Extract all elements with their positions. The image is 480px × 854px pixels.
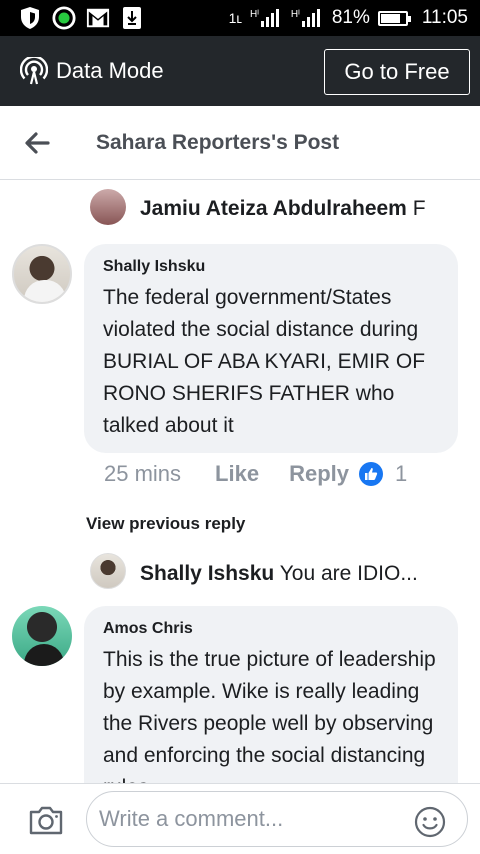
reply-author: Jamiu Ateiza Abdulraheem [140,197,407,220]
comment-input[interactable] [86,791,468,847]
sim1-label: Hᴵ [250,9,259,20]
reply-preview[interactable]: Jamiu Ateiza Abdulraheem F [140,197,452,221]
data-mode-bar: Data Mode Go to Free [0,36,480,106]
post-header: Sahara Reporters's Post [0,106,480,180]
avatar-shally[interactable] [12,244,72,304]
comment-actions: 25 mins Like Reply 1 [104,461,407,487]
comment-text: This is the true picture of leadership b… [103,648,436,783]
comments-list[interactable]: Jamiu Ateiza Abdulraheem F Shally Ishsku… [0,181,480,783]
reply-preview[interactable]: Shally Ishsku You are IDIO... [140,562,450,586]
comment-text: The federal government/States violated t… [103,286,426,437]
avatar-jamiu[interactable] [90,189,126,225]
gmail-icon [86,6,110,30]
download-icon [120,6,144,30]
signal-icon: Hᴵ [250,9,283,27]
comment-bubble[interactable]: Amos Chris This is the true picture of l… [84,606,458,783]
broadcast-icon [20,57,48,85]
camera-icon[interactable] [28,804,64,836]
battery-icon [377,10,411,26]
status-bar: 1ʟ Hᴵ Hᴵ 81% 11:05 [0,0,480,36]
battery-fill [380,13,400,23]
avatar-amos[interactable] [12,606,72,666]
comment-composer [0,783,480,854]
data-mode-label: Data Mode [56,58,164,83]
signal-icon-2: Hᴵ [291,9,324,27]
comment-bubble[interactable]: Shally Ishsku The federal government/Sta… [84,244,458,453]
page-title: Sahara Reporters's Post [96,130,340,154]
go-to-free-button[interactable]: Go to Free [324,49,470,95]
back-arrow-icon[interactable] [22,128,52,158]
reply-snippet: You are IDIO... [279,562,418,585]
reply-button[interactable]: Reply [289,461,349,487]
reaction-count[interactable]: 1 [395,461,407,487]
shield-icon [18,6,42,30]
thumbs-up-icon[interactable] [359,462,383,486]
battery-percent: 81% [331,7,370,28]
comment-author[interactable]: Shally Ishsku [103,258,440,276]
sim2-label: Hᴵ [290,9,300,20]
avatar-figure [24,280,66,302]
data-saver-icon [52,6,76,30]
avatar-figure [24,644,64,666]
like-button[interactable]: Like [215,461,259,487]
comment-time: 25 mins [104,461,182,486]
reply-author: Shally Ishsku [140,562,275,585]
comment-author[interactable]: Amos Chris [103,620,440,638]
clock: 11:05 [421,7,468,28]
view-previous-reply-link[interactable]: View previous reply [86,514,245,534]
network-type-label: 1ʟ [228,10,243,26]
reply-snippet: F [412,197,426,220]
emoji-icon[interactable] [414,806,446,838]
avatar-shally-small[interactable] [90,553,126,589]
